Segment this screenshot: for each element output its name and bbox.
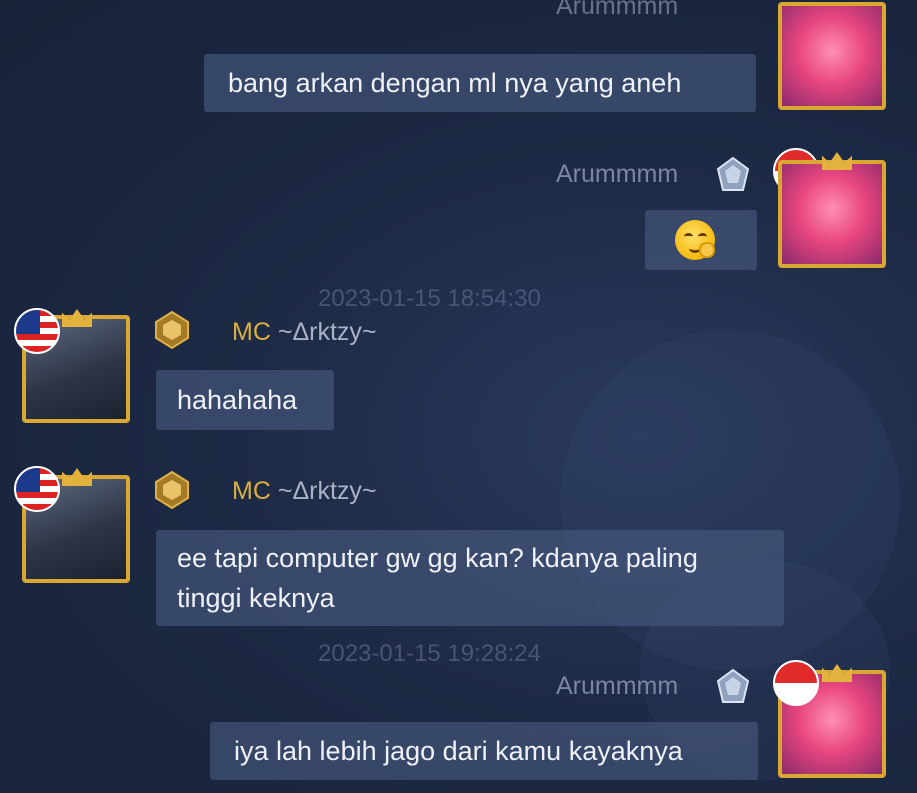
message-text: iya lah lebih jago dari kamu kayaknya [234,736,683,766]
diamond-rank-icon [716,156,750,191]
sender-name: Arummmm [556,0,679,20]
crown-icon [62,309,92,327]
malaysia-flag-icon [14,466,60,512]
message-bubble[interactable]: bang arkan dengan ml nya yang aneh [204,54,756,112]
timestamp: 2023-01-15 18:54:30 [318,285,541,312]
sender-name: MC ~Δrktzy~ [232,318,377,347]
crown-icon [822,152,852,170]
sender-name: Arummmm [556,672,679,700]
crown-icon [62,468,92,486]
message-bubble[interactable]: iya lah lebih jago dari kamu kayaknya [210,722,758,780]
message-text: bang arkan dengan ml nya yang aneh [228,68,682,98]
message-bubble[interactable]: ee tapi computer gw gg kan? kdanya palin… [156,530,784,626]
sender-name: Arummmm [556,160,679,188]
timestamp: 2023-01-15 19:28:24 [318,640,541,667]
sender-nickname: ~Δrktzy~ [277,477,377,505]
avatar[interactable] [778,2,886,110]
gold-rank-icon [155,310,189,350]
malaysia-flag-icon [14,308,60,354]
sender-name: MC ~Δrktzy~ [232,477,377,506]
diamond-rank-icon [716,668,750,703]
sender-tag: MC [232,477,271,505]
sender-nickname: ~Δrktzy~ [277,318,377,346]
avatar[interactable] [778,160,886,268]
indonesia-flag-icon [773,660,819,706]
gold-rank-icon [155,470,189,510]
emoji-icon [675,220,715,260]
crown-icon [822,664,852,682]
message-bubble[interactable] [645,210,757,270]
message-text: ee tapi computer gw gg kan? kdanya palin… [177,543,698,613]
message-text: hahahaha [177,385,298,415]
sender-tag: MC [232,318,271,346]
message-bubble[interactable]: hahahaha [156,370,334,430]
